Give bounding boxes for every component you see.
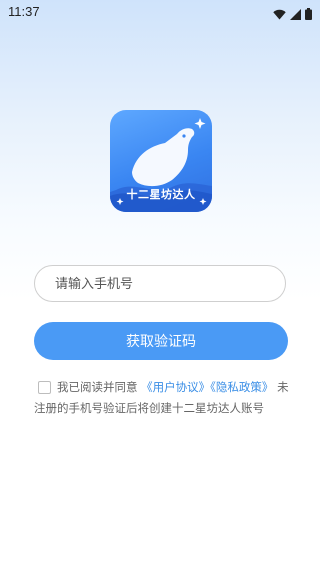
- agreement-checkbox[interactable]: [38, 381, 51, 394]
- wifi-icon: [273, 5, 286, 24]
- signal-icon: [290, 5, 301, 24]
- status-time: 11:37: [8, 4, 40, 19]
- agreement-text: 我已阅读并同意 《用户协议》《隐私政策》 未注册的手机号验证后将创建十二星坊达人…: [34, 377, 294, 419]
- agreement-prefix: 我已阅读并同意: [57, 380, 138, 394]
- privacy-policy-link[interactable]: 《隐私政策》: [210, 380, 273, 394]
- user-agreement-link[interactable]: 《用户协议》: [141, 380, 210, 394]
- phone-input[interactable]: [53, 266, 257, 303]
- battery-icon: [305, 5, 312, 24]
- phone-input-container[interactable]: [34, 265, 286, 303]
- app-logo: 十二星坊达人: [110, 110, 212, 212]
- get-code-button[interactable]: 获取验证码: [34, 322, 288, 360]
- logo-text: 十二星坊达人: [126, 188, 196, 201]
- status-bar: 11:37: [0, 0, 320, 24]
- status-icons: [273, 5, 312, 24]
